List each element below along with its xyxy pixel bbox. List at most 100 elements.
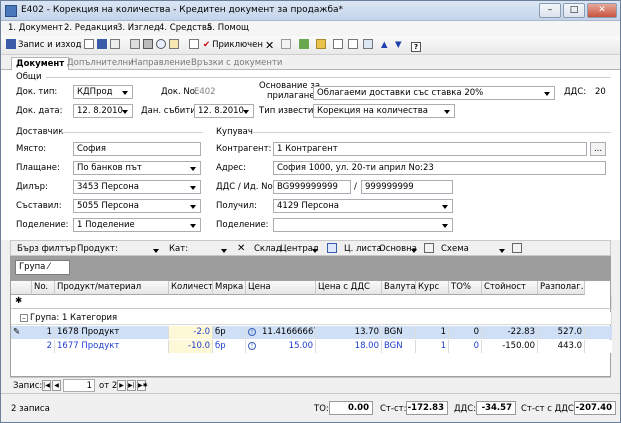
column-header[interactable]: ТО% — [449, 281, 482, 295]
column-header[interactable]: Стойност — [482, 281, 538, 295]
column-header[interactable]: No. — [32, 281, 55, 295]
refresh-button[interactable] — [299, 39, 311, 52]
cell-qty[interactable]: -2.0 — [169, 326, 213, 339]
dealer-select[interactable]: 3453 Персона — [73, 180, 201, 194]
finish-button[interactable]: ✔ Приключен — [203, 39, 263, 52]
warehouse-info-button[interactable] — [327, 243, 339, 255]
cell-unit[interactable]: бр — [213, 326, 246, 339]
basis-select[interactable]: Облагаеми доставки със ставка 20% — [313, 86, 555, 100]
cell-price[interactable]: 15.00 — [260, 340, 316, 353]
new-row[interactable]: ✱ — [11, 295, 612, 309]
group-by-chip[interactable]: Група ⁄ — [15, 260, 70, 275]
cell-price-vat[interactable]: 13.70 — [316, 326, 382, 339]
print-preview-button[interactable] — [130, 39, 142, 52]
cell-unit[interactable]: бр — [213, 340, 246, 353]
payment-select[interactable]: По банков път — [73, 161, 201, 175]
cell-value[interactable]: -22.83 — [482, 326, 538, 339]
column-header[interactable]: Цена с ДДС — [316, 281, 382, 295]
tab-linked-docs[interactable]: Връзки с документи — [187, 57, 286, 70]
column-header[interactable]: Валута — [382, 281, 416, 295]
move-up-button[interactable]: ▲ — [381, 39, 388, 52]
column-header[interactable]: Курс — [416, 281, 449, 295]
cell-available[interactable]: 443.0 — [538, 340, 585, 353]
cell-rate[interactable]: 1 — [416, 326, 449, 339]
doc-type-select[interactable]: КДПрод — [73, 85, 133, 99]
column-header[interactable]: Разполаг... — [538, 281, 585, 295]
cell-rate[interactable]: 1 — [416, 340, 449, 353]
menu-view[interactable]: 3. Изглед — [117, 23, 160, 33]
price-info-icon[interactable]: ! — [246, 326, 260, 339]
edit-button[interactable] — [189, 39, 201, 52]
cell-to[interactable]: 0 — [449, 326, 482, 339]
first-record-button[interactable]: |◀ — [42, 380, 51, 391]
column-header[interactable]: Продукт/материал — [55, 281, 169, 295]
cell-price[interactable]: 11.41666667 — [260, 326, 316, 339]
price-list-select[interactable]: Основна — [378, 243, 422, 255]
menu-tools[interactable]: 4. Средства — [159, 23, 212, 33]
tab-direction[interactable]: Направление — [127, 57, 195, 70]
cell-currency[interactable]: BGN — [382, 326, 416, 339]
cell-value[interactable]: -150.00 — [482, 340, 538, 353]
scheme-apply-button[interactable] — [512, 243, 524, 255]
page2-button[interactable] — [348, 39, 360, 52]
cell-no[interactable]: 2 — [32, 340, 55, 353]
table-row[interactable]: 2 1677 Продукт -10.0 бр ! 15.00 18.00 BG… — [11, 340, 612, 353]
maximize-button[interactable]: □ — [563, 3, 585, 18]
tab-document[interactable]: Документ — [11, 57, 70, 70]
attach-button[interactable] — [169, 39, 181, 52]
last-record-button[interactable]: ▶| — [127, 380, 136, 391]
new-button[interactable] — [84, 39, 96, 52]
page-button[interactable] — [333, 39, 345, 52]
menu-edit[interactable]: 2. Редакция — [64, 23, 118, 33]
place-field[interactable]: София — [73, 142, 201, 156]
clear-filter-button[interactable]: ✕ — [237, 243, 245, 255]
copy-button[interactable] — [110, 39, 122, 52]
table-row[interactable]: ✎ 1 1678 Продукт -2.0 бр ! 11.41666667 1… — [11, 326, 612, 339]
cell-price-vat[interactable]: 18.00 — [316, 340, 382, 353]
cell-no[interactable]: 1 — [32, 326, 55, 339]
delete-button[interactable]: ✕ — [265, 39, 274, 52]
folder-button[interactable] — [316, 39, 328, 52]
partner-lookup-button[interactable]: ... — [590, 142, 606, 156]
partner-field[interactable]: 1 Контрагент — [273, 142, 587, 156]
cell-available[interactable]: 527.0 — [538, 326, 585, 339]
product-filter-select[interactable] — [112, 243, 164, 255]
minimize-button[interactable]: – — [539, 3, 561, 18]
category-filter-select[interactable] — [188, 243, 232, 255]
group-row[interactable]: – Група: 1 Категория — [11, 312, 612, 325]
close-window-button[interactable]: ✕ — [587, 3, 617, 18]
cell-currency[interactable]: BGN — [382, 340, 416, 353]
receiver-select[interactable]: 4129 Персона — [273, 199, 453, 213]
column-header[interactable]: Мярка — [213, 281, 246, 295]
cell-qty[interactable]: -10.0 — [169, 340, 213, 353]
search-button[interactable] — [156, 39, 168, 52]
column-header[interactable]: Цена — [246, 281, 316, 295]
notice-type-select[interactable]: Корекция на количества — [313, 104, 455, 118]
save-close-button[interactable]: Запис и изход — [6, 39, 82, 52]
id-no-field[interactable]: 999999999 — [361, 180, 453, 194]
cell-product[interactable]: 1677 Продукт — [55, 340, 169, 353]
current-record-field[interactable]: 1 — [63, 379, 95, 392]
vat-no-field[interactable]: BG999999999 — [273, 180, 351, 194]
cell-to[interactable]: 0 — [449, 340, 482, 353]
author-select[interactable]: 5055 Персона — [73, 199, 201, 213]
prev-record-button[interactable]: ◀ — [52, 380, 61, 391]
menu-help[interactable]: 5. Помощ — [207, 23, 249, 33]
cart-button[interactable] — [363, 39, 375, 52]
price-list-apply-button[interactable] — [424, 243, 436, 255]
buyer-division-select[interactable] — [273, 218, 453, 232]
supplier-division-select[interactable]: 1 Поделение — [73, 218, 201, 232]
save-button[interactable] — [97, 39, 109, 52]
event-date-picker[interactable]: 12. 8.2010 — [194, 104, 254, 118]
move-down-button[interactable]: ▼ — [395, 39, 402, 52]
undo-button[interactable] — [281, 39, 293, 52]
warehouse-select[interactable]: Централ — [279, 243, 323, 255]
menu-document[interactable]: 1. Документ — [8, 23, 63, 33]
scheme-select[interactable] — [466, 243, 510, 255]
address-field[interactable]: София 1000, ул. 20-ти април No:23 — [273, 161, 606, 175]
doc-date-picker[interactable]: 12. 8.2010 — [73, 104, 133, 118]
new-record-button[interactable]: ▶✱ — [137, 380, 148, 391]
next-record-button[interactable]: ▶ — [117, 380, 126, 391]
print-button[interactable] — [143, 39, 155, 52]
cell-product[interactable]: 1678 Продукт — [55, 326, 169, 339]
